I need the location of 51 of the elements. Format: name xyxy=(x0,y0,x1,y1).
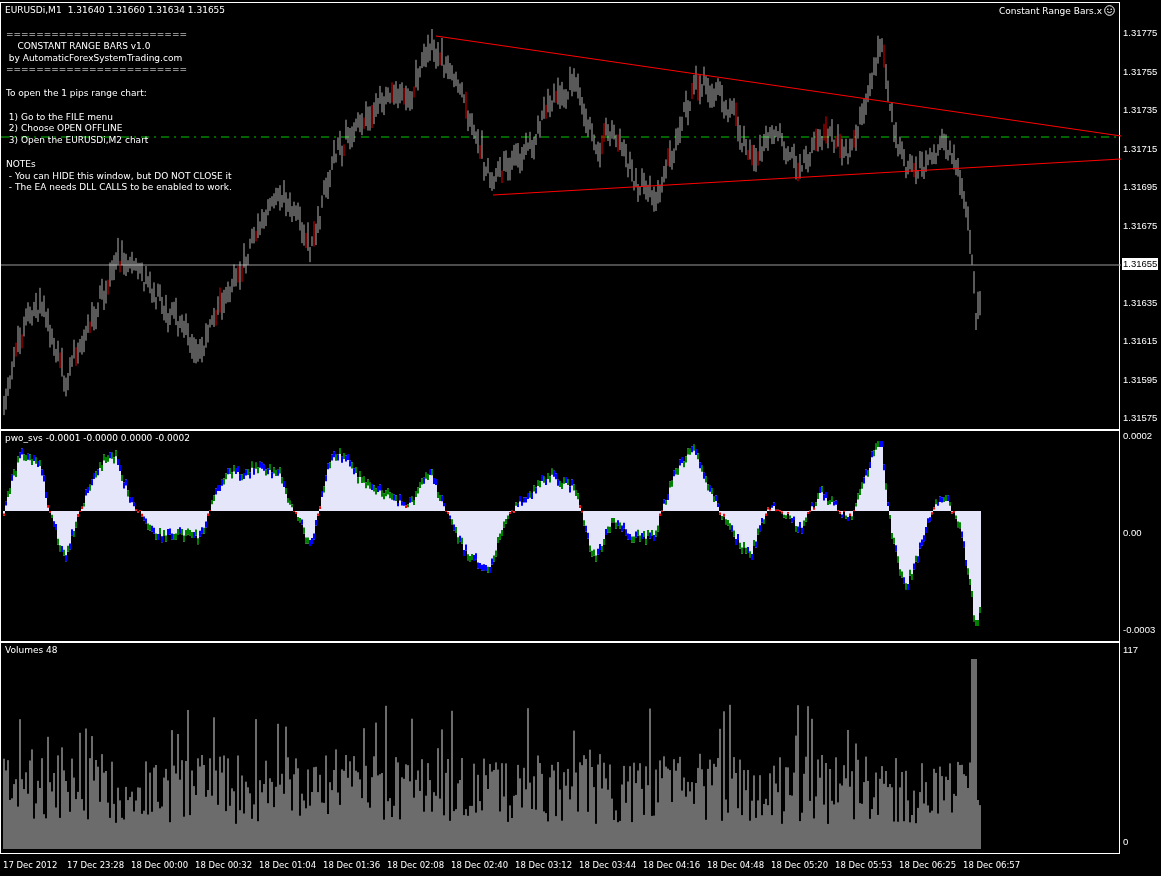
time-axis-label: 18 Dec 02:08 xyxy=(387,860,446,870)
time-axis-label: 18 Dec 01:36 xyxy=(323,860,382,870)
volumes-title: Volumes 48 xyxy=(5,645,58,655)
time-axis-label: 18 Dec 06:25 xyxy=(899,860,958,870)
indicator-axis-label: 0.00 xyxy=(1123,527,1142,539)
note-line: - You can HIDE this window, but DO NOT CLOSE it xyxy=(7,170,232,183)
price-axis-label: 1.31735 xyxy=(1123,104,1158,116)
time-axis-label: 18 Dec 03:12 xyxy=(515,860,574,870)
indicator-axis-label: 0.0002 xyxy=(1123,430,1153,442)
time-axis-label: 18 Dec 01:04 xyxy=(259,860,318,870)
price-axis-label: 1.31695 xyxy=(1123,181,1158,193)
price-axis-label: 1.31775 xyxy=(1123,27,1158,39)
price-axis-label: 1.31595 xyxy=(1123,373,1158,386)
time-axis-label: 17 Dec 23:28 xyxy=(67,860,126,870)
note-line: by AutomaticForexSystemTrading.com xyxy=(7,52,184,65)
indicator-title: pwo_svs -0.0001 -0.0000 0.0000 -0.0002 xyxy=(5,433,190,443)
current-price-label: 1.31655 xyxy=(1122,258,1159,270)
time-axis-label: 18 Dec 04:48 xyxy=(707,860,766,870)
note-line: ======================== xyxy=(6,64,188,77)
price-axis-label: 1.31715 xyxy=(1123,142,1158,155)
time-axis-label: 18 Dec 05:53 xyxy=(835,860,894,870)
price-axis-label: 1.31635 xyxy=(1123,296,1158,309)
time-axis-label: 18 Dec 03:44 xyxy=(579,860,638,870)
time-axis-label: 18 Dec 06:57 xyxy=(963,860,1022,870)
note-line: NOTEs xyxy=(6,158,37,171)
time-axis-label: 17 Dec 2012 xyxy=(3,860,59,870)
price-axis-label: 1.31575 xyxy=(1123,412,1158,424)
time-axis-label: 18 Dec 00:32 xyxy=(195,860,254,870)
note-line: 2) Choose OPEN OFFLINE xyxy=(7,123,124,136)
smiley-icon xyxy=(1104,5,1115,16)
volume-axis-label: 0 xyxy=(1123,836,1129,848)
note-line: CONSTANT RANGE BARS v1.0 xyxy=(16,40,152,53)
volume-axis-label: 117 xyxy=(1123,644,1139,656)
indicator-axis-label: -0.0003 xyxy=(1123,624,1156,636)
chart-title: EURUSDi,M1 xyxy=(5,5,62,15)
trend-line[interactable] xyxy=(492,158,1121,196)
trend-line[interactable] xyxy=(435,35,1121,137)
note-line: To open the 1 pips range chart: xyxy=(6,88,148,100)
expert-advisor-name: Constant Range Bars.x xyxy=(999,5,1102,16)
note-line: 3) Open the EURUSDi,M2 chart xyxy=(7,135,150,147)
ohlc-values: 1.31640 1.31660 1.31634 1.31655 xyxy=(67,5,226,15)
time-axis-label: 18 Dec 04:16 xyxy=(643,860,702,870)
price-axis-label: 1.31755 xyxy=(1123,65,1158,78)
note-line: ======================== xyxy=(6,29,188,41)
time-axis-label: 18 Dec 05:20 xyxy=(771,860,830,870)
price-axis-label: 1.31675 xyxy=(1123,219,1158,232)
time-axis-label: 18 Dec 00:00 xyxy=(131,860,190,870)
price-axis-label: 1.31615 xyxy=(1123,335,1158,347)
note-line: 1) Go to the FILE menu xyxy=(7,111,114,124)
time-axis-label: 18 Dec 02:40 xyxy=(451,860,510,870)
note-line: - The EA needs DLL CALLS to be enabled to work. xyxy=(7,182,232,195)
